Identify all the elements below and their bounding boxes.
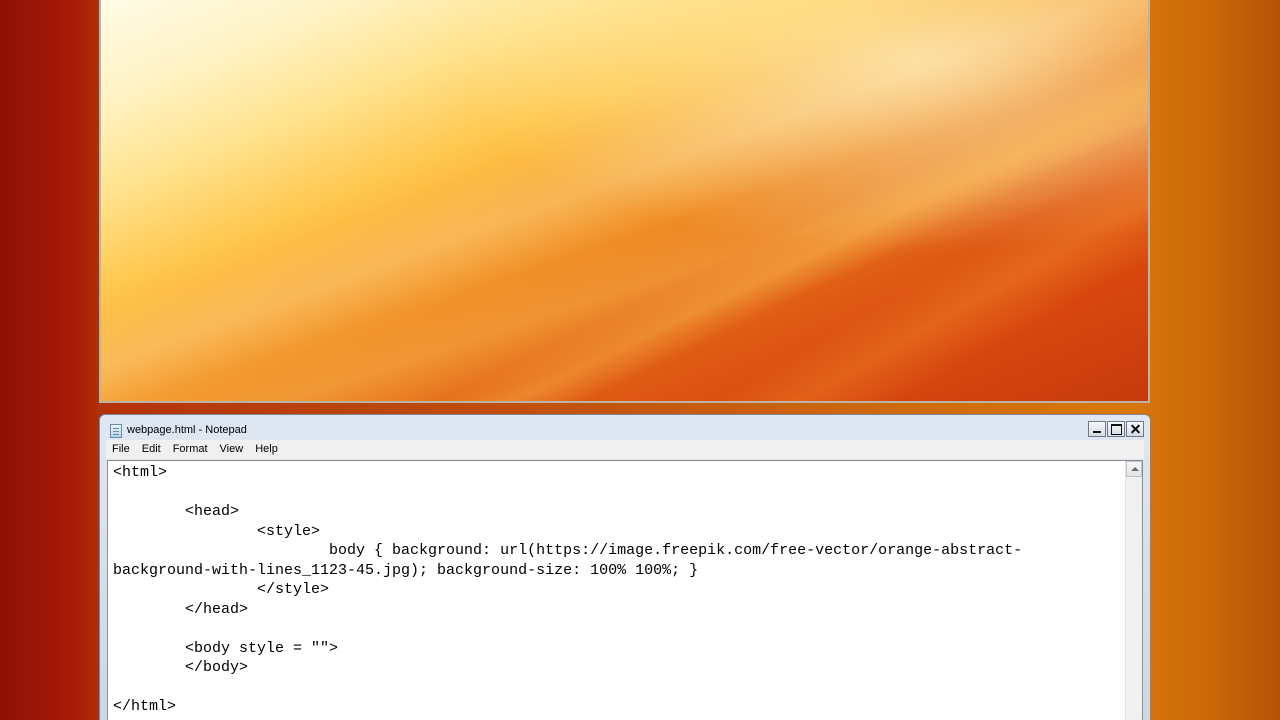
code-line: <html> <box>113 464 168 481</box>
menu-format[interactable]: Format <box>167 440 214 459</box>
caption-buttons <box>1088 421 1144 437</box>
browser-window <box>99 0 1150 403</box>
code-line: </style> <box>113 581 330 598</box>
code-line: background-with-lines_1123-45.jpg); back… <box>113 561 699 579</box>
maximize-icon[interactable] <box>1107 421 1125 437</box>
menu-edit[interactable]: Edit <box>136 440 167 459</box>
menu-file[interactable]: File <box>106 440 136 459</box>
vertical-scrollbar[interactable] <box>1125 461 1142 720</box>
code-line: </head> <box>113 600 249 618</box>
menu-help[interactable]: Help <box>249 440 284 459</box>
code-line: <style> <box>113 522 321 540</box>
code-line: <head> <box>113 503 240 520</box>
close-icon[interactable] <box>1126 421 1144 437</box>
code-line: </html> <box>113 698 177 715</box>
scroll-up-icon[interactable] <box>1126 461 1142 477</box>
code-line: body { background: url(https://image.fre… <box>113 542 1023 559</box>
editor-content[interactable]: <html> <head> <style> body { background:… <box>113 461 1022 717</box>
minimize-icon[interactable] <box>1088 421 1106 437</box>
window-title: webpage.html - Notepad <box>127 424 247 436</box>
notepad-icon <box>110 424 122 438</box>
menu-bar: File Edit Format View Help <box>106 440 1144 459</box>
text-editor[interactable]: <html> <head> <style> body { background:… <box>107 460 1143 720</box>
notepad-window: webpage.html - Notepad File Edit Format … <box>99 414 1151 720</box>
menu-view[interactable]: View <box>214 440 250 459</box>
code-line: <body style = ""> <box>113 639 339 657</box>
code-line: </body> <box>113 659 249 676</box>
webpage-background-image <box>101 0 1148 401</box>
